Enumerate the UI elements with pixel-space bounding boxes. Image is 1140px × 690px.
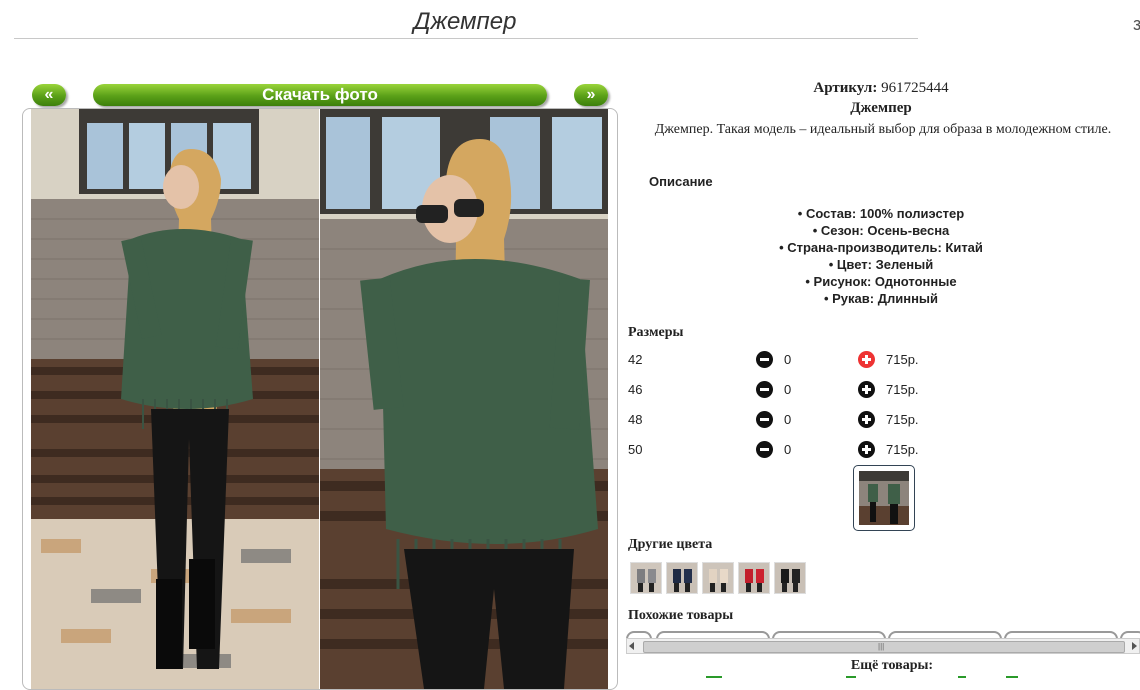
- minus-icon[interactable]: [756, 351, 773, 368]
- more-link[interactable]: [1006, 676, 1018, 686]
- download-photo-button[interactable]: Скачать фото: [93, 84, 547, 106]
- more-link[interactable]: [706, 676, 722, 686]
- plus-icon[interactable]: [858, 381, 875, 398]
- scroll-right-icon[interactable]: [1132, 642, 1137, 650]
- color-swatch-black[interactable]: [774, 562, 806, 594]
- property-composition: • Состав: 100% полиэстер: [797, 206, 965, 221]
- horizontal-scrollbar[interactable]: |||: [626, 638, 1140, 654]
- scrollbar-thumb[interactable]: |||: [643, 641, 1125, 653]
- article-line: Артикул: 961725444: [622, 80, 1140, 97]
- product-name: Джемпер: [850, 100, 912, 116]
- size-row: 50 0 715р.: [628, 440, 1048, 460]
- price-value: 715р.: [886, 382, 919, 397]
- color-swatch-gray[interactable]: [630, 562, 662, 594]
- more-products-links: [700, 676, 1040, 686]
- property-color: • Цвет: Зеленый: [828, 257, 934, 272]
- plus-icon[interactable]: [858, 441, 875, 458]
- size-row: 46 0 715р.: [628, 380, 1048, 400]
- property-country: • Страна-производитель: Китай: [779, 240, 983, 255]
- size-label: 48: [628, 412, 643, 427]
- edge-fragment: з: [1133, 14, 1140, 34]
- article-label: Артикул:: [813, 80, 878, 96]
- size-label: 50: [628, 442, 643, 457]
- size-row: 48 0 715р.: [628, 410, 1048, 430]
- description-heading: Описание: [649, 174, 713, 189]
- more-link[interactable]: [958, 676, 966, 686]
- grip-icon: |||: [878, 642, 885, 651]
- quantity-value: 0: [784, 352, 792, 367]
- minus-icon[interactable]: [756, 381, 773, 398]
- plus-icon[interactable]: [858, 411, 875, 428]
- quantity-value: 0: [784, 442, 792, 457]
- sizes-heading: Размеры: [628, 325, 684, 340]
- color-swatch-navy[interactable]: [666, 562, 698, 594]
- similar-products-heading: Похожие товары: [628, 608, 734, 623]
- product-photo-left[interactable]: [31, 109, 319, 689]
- property-pattern: • Рисунок: Однотонные: [805, 274, 957, 289]
- product-description: Джемпер. Такая модель – идеальный выбор …: [654, 122, 1112, 137]
- size-label: 46: [628, 382, 643, 397]
- size-row: 42 0 715р.: [628, 350, 1048, 370]
- product-properties: • Состав: 100% полиэстер • Сезон: Осень-…: [622, 205, 1140, 307]
- product-photo-frame: [22, 108, 618, 690]
- scroll-left-icon[interactable]: [629, 642, 634, 650]
- color-swatch-beige[interactable]: [702, 562, 734, 594]
- price-value: 715р.: [886, 442, 919, 457]
- size-label: 42: [628, 352, 643, 367]
- photo-thumbnail[interactable]: [853, 465, 915, 531]
- minus-icon[interactable]: [756, 411, 773, 428]
- plus-icon[interactable]: [858, 351, 875, 368]
- article-value: 961725444: [881, 80, 949, 96]
- next-photo-button[interactable]: »: [574, 84, 608, 106]
- quantity-value: 0: [784, 382, 792, 397]
- price-value: 715р.: [886, 412, 919, 427]
- quantity-value: 0: [784, 412, 792, 427]
- other-colors-heading: Другие цвета: [628, 537, 713, 552]
- price-value: 715р.: [886, 352, 919, 367]
- property-season: • Сезон: Осень-весна: [812, 223, 950, 238]
- prev-photo-button[interactable]: «: [32, 84, 66, 106]
- color-swatch-red[interactable]: [738, 562, 770, 594]
- product-photo-right[interactable]: [320, 109, 608, 689]
- page-title: Джемпер: [413, 8, 517, 35]
- more-link[interactable]: [846, 676, 856, 686]
- title-divider: [14, 38, 918, 39]
- minus-icon[interactable]: [756, 441, 773, 458]
- more-products-heading: Ещё товары:: [850, 658, 934, 673]
- property-sleeve: • Рукав: Длинный: [823, 291, 939, 306]
